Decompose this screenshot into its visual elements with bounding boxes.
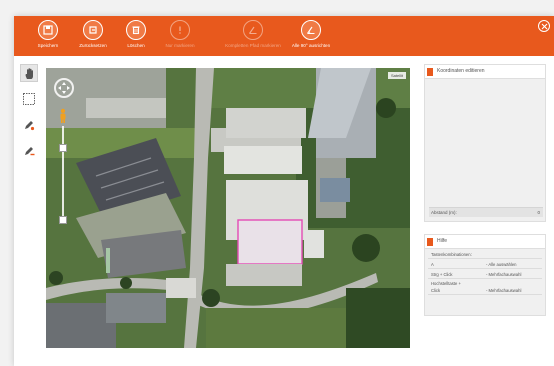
mark-only-label: Nur markieren <box>165 43 195 48</box>
reset-label: Zurücksetzen <box>79 43 107 48</box>
delete-button[interactable]: Löschen <box>112 18 160 54</box>
help-title: Hilfe <box>437 238 448 244</box>
delete-label: Löschen <box>127 43 145 48</box>
pan-control[interactable] <box>54 78 74 98</box>
pegman-icon[interactable] <box>58 108 68 124</box>
align-90-label: Alle 90° ausrichten <box>291 43 331 48</box>
accent-marker <box>427 68 433 76</box>
tool-palette <box>20 64 40 168</box>
save-label: Speichern <box>37 43 59 48</box>
satellite-map[interactable]: Satellit <box>46 68 410 348</box>
select-tool[interactable] <box>20 90 38 108</box>
zoom-slider-track[interactable] <box>62 126 64 220</box>
mark-path-button[interactable]: Kompletten Pfad markieren <box>224 18 282 54</box>
draw-tool[interactable] <box>20 116 38 134</box>
zoom-out-button[interactable] <box>59 216 67 224</box>
save-button[interactable]: Speichern <box>24 18 72 54</box>
coordinates-panel: Koordinaten editieren Abstand (m): 0 <box>424 64 546 222</box>
distance-label: Abstand (m): <box>431 210 457 215</box>
pen-minus-icon <box>25 147 35 156</box>
pen-icon <box>25 121 35 131</box>
help-panel: Hilfe Tastenkombinationen: A - Alle ausw… <box>424 234 546 316</box>
accent-marker <box>427 238 433 246</box>
angle-icon <box>301 20 321 40</box>
distance-value: 0 <box>537 210 540 215</box>
toolbar: Speichern Zurücksetzen Löschen Nur marki… <box>14 16 554 56</box>
reset-icon <box>83 20 103 40</box>
map-type-badge[interactable]: Satellit <box>387 72 406 79</box>
help-header: Hilfe <box>425 235 545 249</box>
arrows-icon <box>58 82 70 94</box>
trash-icon <box>126 20 146 40</box>
pan-tool[interactable] <box>20 64 38 82</box>
coordinates-header: Koordinaten editieren <box>425 65 545 79</box>
zoom-slider-handle[interactable] <box>59 144 67 152</box>
shortcut-row: Strg + Click - Mehrfachauswahl <box>428 269 542 279</box>
close-icon <box>541 23 547 29</box>
shortcuts-heading: Tastenkombinationen: <box>428 249 542 259</box>
mark-path-label: Kompletten Pfad markieren <box>225 43 281 48</box>
save-icon <box>38 20 58 40</box>
shortcut-row: A - Alle auswählen <box>428 259 542 269</box>
distance-field[interactable]: Abstand (m): 0 <box>429 207 543 217</box>
close-button[interactable] <box>538 20 550 32</box>
warning-icon <box>170 20 190 40</box>
mark-only-button[interactable]: Nur markieren <box>156 18 204 54</box>
reset-button[interactable]: Zurücksetzen <box>69 18 117 54</box>
hand-icon <box>25 68 33 79</box>
shortcut-row: Hochstelltaste + Click - Mehrfachauswahl <box>428 279 542 295</box>
coordinates-title: Koordinaten editieren <box>437 68 485 74</box>
marquee-icon <box>23 93 35 105</box>
erase-tool[interactable] <box>20 142 38 160</box>
angle-icon <box>243 20 263 40</box>
aerial-image <box>46 68 410 348</box>
align-90-button[interactable]: Alle 90° ausrichten <box>282 18 340 54</box>
editor-window: Speichern Zurücksetzen Löschen Nur marki… <box>14 16 554 366</box>
